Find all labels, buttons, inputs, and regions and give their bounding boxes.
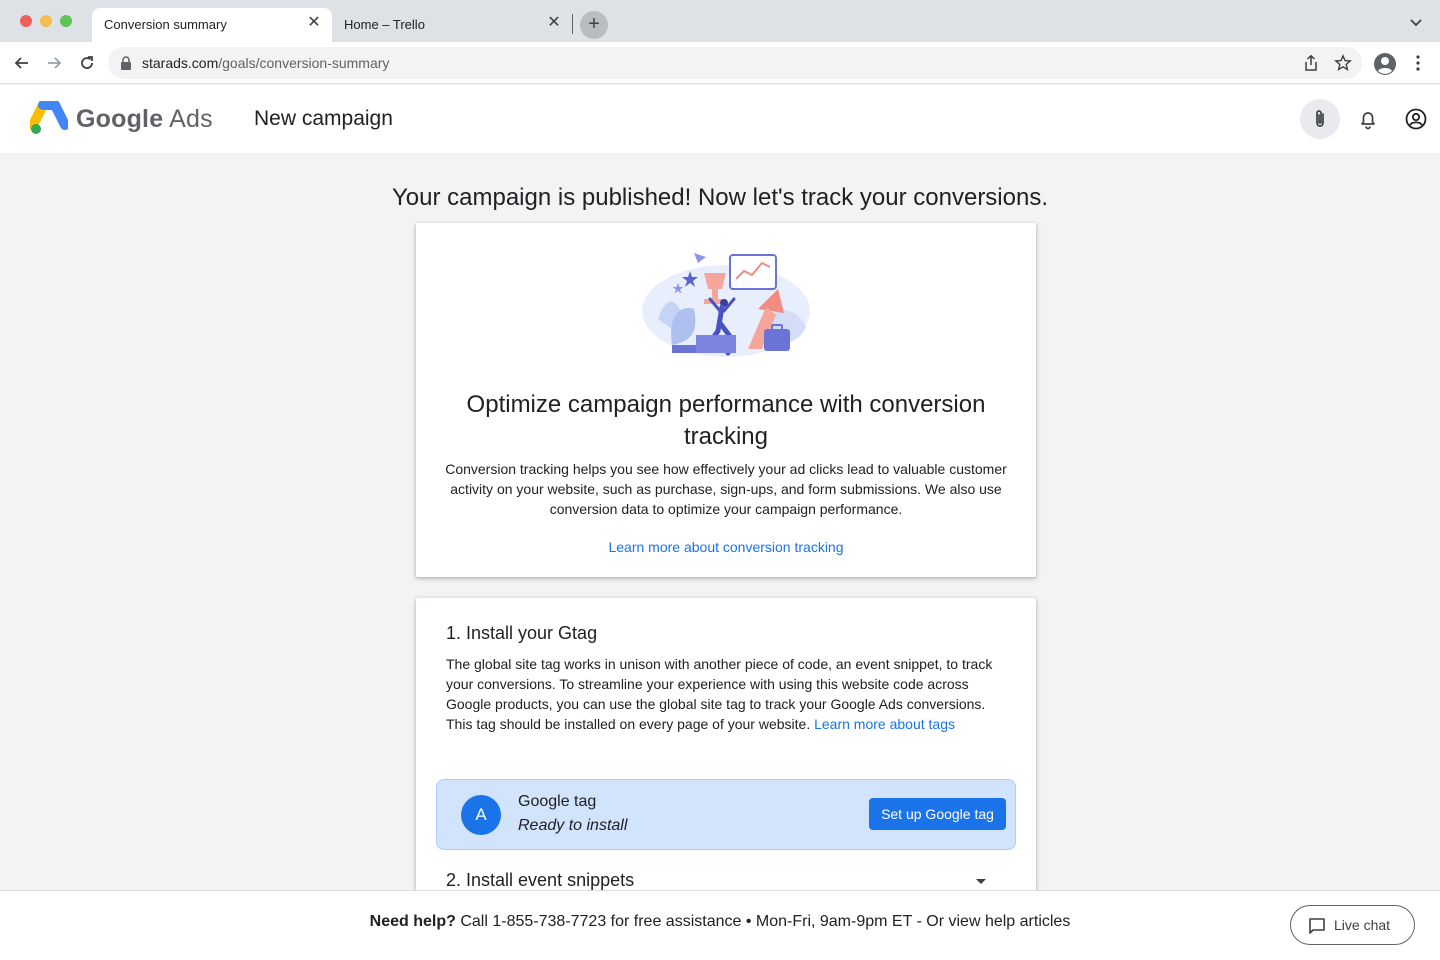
new-tab-button[interactable]: + [580, 11, 608, 39]
live-chat-label: Live chat [1334, 917, 1391, 933]
live-chat-button[interactable]: Live chat [1290, 905, 1415, 945]
tab-conversion-summary[interactable]: Conversion summary ✕ [92, 8, 332, 42]
url-text: starads.com/goals/conversion-summary [142, 55, 389, 71]
lock-icon [121, 56, 131, 70]
conversion-tracking-card: Optimize campaign performance with conve… [416, 223, 1036, 577]
attachment-button[interactable] [1300, 99, 1340, 139]
step2-title[interactable]: 2. Install event snippets [446, 870, 634, 891]
help-footer: Need help? Call 1-855-738-7723 for free … [0, 890, 1440, 960]
window-minimize-button[interactable] [40, 15, 52, 27]
bell-icon [1361, 112, 1375, 130]
chevron-down-icon[interactable] [1408, 14, 1424, 30]
url-host: starads.com [142, 55, 219, 71]
set-up-google-tag-button[interactable]: Set up Google tag [869, 798, 1006, 830]
tag-avatar: A [461, 795, 501, 835]
help-text: Need help? Call 1-855-738-7723 for free … [0, 913, 1440, 931]
tag-name: Google tag [518, 793, 597, 810]
address-bar[interactable]: starads.com/goals/conversion-summary [108, 47, 1362, 79]
bookmark-star-icon[interactable] [1334, 54, 1352, 72]
share-icon[interactable] [1302, 54, 1320, 72]
tab-label: Home – Trello [344, 17, 425, 32]
help-bold-label: Need help? [369, 913, 456, 930]
help-details: Call 1-855-738-7723 for free assistance … [460, 913, 1071, 930]
tab-close-icon[interactable]: ✕ [546, 15, 562, 31]
browser-menu-icon[interactable] [1410, 54, 1426, 72]
browser-tab-strip: Conversion summary ✕ Home – Trello ✕ + [0, 0, 1440, 42]
google-ads-logo-icon [30, 101, 68, 134]
hero-description: Conversion tracking helps you see how ef… [445, 461, 1007, 517]
account-button[interactable] [1396, 99, 1436, 139]
brand-word-google: Google [76, 105, 164, 133]
chat-bubble-icon [1309, 918, 1325, 934]
browser-toolbar: starads.com/goals/conversion-summary [0, 42, 1440, 84]
reload-icon[interactable] [77, 53, 97, 73]
tag-status: Ready to install [518, 817, 628, 834]
brand-word-ads: Ads [169, 105, 213, 133]
hero-title: Optimize campaign performance with conve… [466, 391, 986, 450]
paperclip-icon [1316, 110, 1324, 127]
learn-more-tags-link[interactable]: Learn more about tags [814, 716, 955, 732]
main-headline: Your campaign is published! Now let's tr… [391, 184, 1048, 211]
forward-arrow-icon[interactable] [44, 53, 64, 73]
tab-label: Conversion summary [104, 17, 227, 32]
back-arrow-icon[interactable] [12, 53, 32, 73]
tab-close-icon[interactable]: ✕ [306, 15, 322, 31]
account-circle-icon [1405, 108, 1427, 130]
url-path: /goals/conversion-summary [218, 55, 390, 71]
page-title: New campaign [254, 107, 393, 130]
window-close-button[interactable] [20, 15, 32, 27]
google-tag-panel: A Google tag Ready to install Set up Goo… [436, 779, 1016, 850]
step1-description: The global site tag works in unison with… [446, 654, 1002, 734]
install-steps-card: 1. Install your Gtag The global site tag… [416, 598, 1036, 918]
window-maximize-button[interactable] [60, 15, 72, 27]
learn-more-conversion-link[interactable]: Learn more about conversion tracking [416, 539, 1036, 555]
brand-name: Google Ads [76, 105, 213, 134]
notifications-button[interactable] [1348, 99, 1388, 139]
tab-divider [572, 14, 573, 34]
caret-down-icon[interactable] [974, 876, 988, 886]
app-header: Google Ads New campaign [0, 85, 1440, 153]
browser-profile-icon[interactable] [1373, 52, 1397, 76]
tab-home-trello[interactable]: Home – Trello ✕ [332, 8, 572, 42]
trophy-illustration-icon [642, 253, 810, 357]
step1-title: 1. Install your Gtag [446, 623, 598, 643]
